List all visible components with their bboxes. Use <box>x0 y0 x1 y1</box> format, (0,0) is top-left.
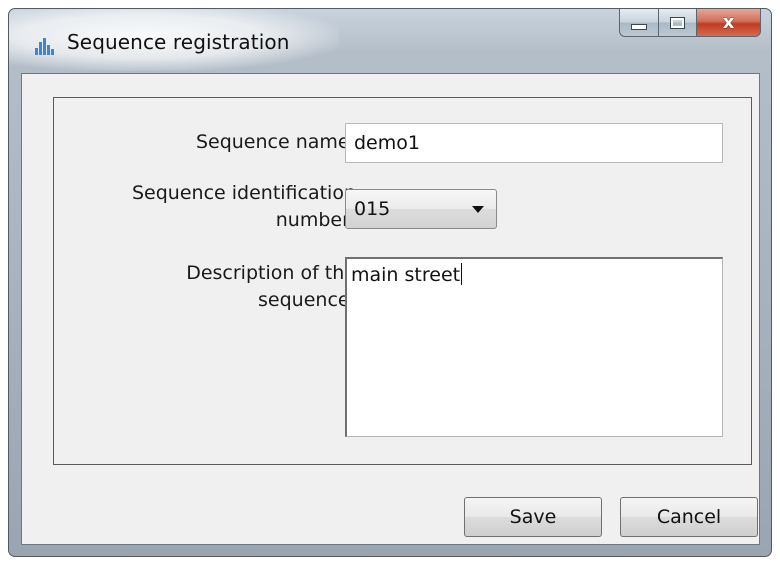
chevron-down-icon <box>472 206 484 213</box>
sequence-id-label-line1: Sequence identification <box>131 182 356 204</box>
close-button[interactable]: x <box>697 9 761 37</box>
description-text: main street <box>351 264 461 286</box>
maximize-button[interactable] <box>659 9 697 37</box>
text-caret <box>461 263 463 285</box>
dialog-client-area: Sequence name: Sequence identification n… <box>21 73 760 545</box>
sequence-name-input[interactable] <box>345 123 723 163</box>
window-title: Sequence registration <box>67 30 290 54</box>
minimize-icon <box>631 23 647 30</box>
save-button[interactable]: Save <box>464 497 602 537</box>
description-label-line2: sequence: <box>258 289 356 311</box>
maximize-icon <box>670 16 685 29</box>
description-textarea[interactable]: main street <box>345 257 723 437</box>
form-group-box: Sequence name: Sequence identification n… <box>53 97 752 465</box>
sequence-id-dropdown[interactable]: 015 <box>345 189 497 229</box>
close-icon: x <box>722 11 735 33</box>
dialog-window: Sequence registration x Sequence name: S… <box>8 8 772 557</box>
bar-chart-icon <box>33 37 55 55</box>
sequence-id-label-line2: number: <box>275 209 356 231</box>
cancel-button[interactable]: Cancel <box>620 497 758 537</box>
sequence-id-selected-value: 015 <box>354 198 391 220</box>
minimize-button[interactable] <box>619 9 659 37</box>
sequence-name-label: Sequence name: <box>195 131 356 153</box>
title-bar[interactable]: Sequence registration x <box>9 9 771 73</box>
description-label-line1: Description of the <box>186 262 356 284</box>
window-controls: x <box>619 9 761 39</box>
